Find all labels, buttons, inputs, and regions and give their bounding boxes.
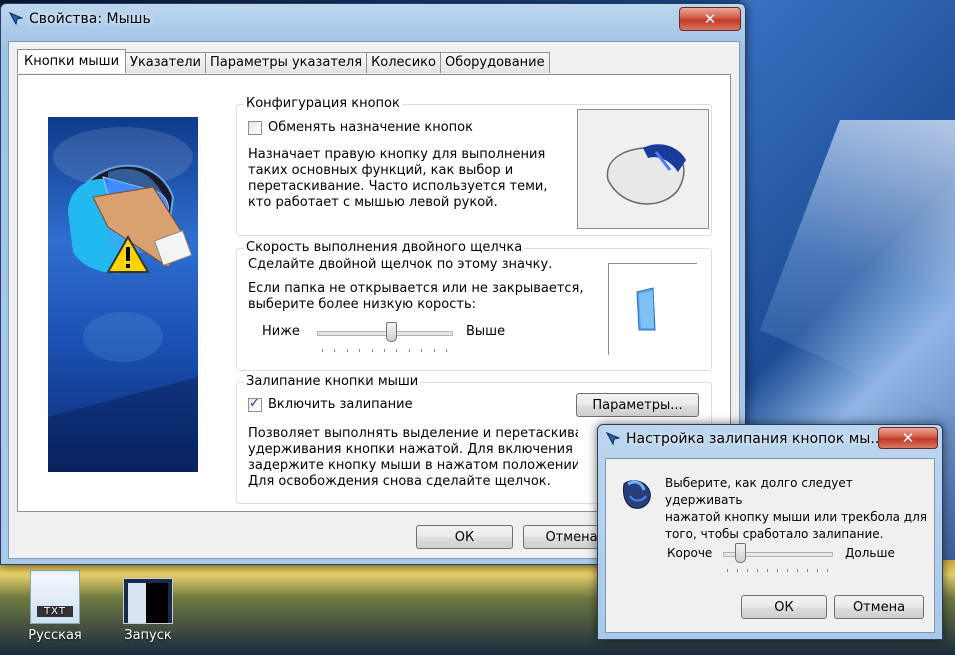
window-title: Свойства: Мышь [29,11,151,27]
double-click-hint: Если папка не открывается или не закрыва… [248,281,584,312]
checkbox-box[interactable] [248,396,262,412]
mouse-illustration [48,117,198,472]
double-click-speed-group: Скорость выполнения двойного щелчка Сдел… [236,240,712,371]
slow-label: Ниже [262,324,300,339]
dialog-cancel-button[interactable]: Отмена [834,595,924,619]
slider-tick [787,569,788,572]
enable-clicklock-checkbox[interactable]: Включить залипание [248,396,413,412]
close-icon: ✕ [703,10,717,28]
dialog-ok-button[interactable]: ОК [741,595,827,619]
tab-pointer-options[interactable]: Параметры указателя [204,52,368,73]
clicklock-settings-button[interactable]: Параметры... [576,393,699,417]
tab-hardware[interactable]: Оборудование [439,52,550,73]
fast-label: Выше [466,324,506,339]
long-label: Дольше [845,546,895,560]
slider-ticks [322,349,447,353]
clicklock-description: Позволяет выполнять выделение и перетаск… [248,426,578,489]
text-file-icon: TXT [30,570,80,624]
folder-icon [636,287,656,331]
desktop-icon-russkaya[interactable]: TXT Русская [20,570,90,643]
slider-tick [371,349,373,352]
slider-tick [747,569,748,572]
close-icon: ✕ [901,429,915,447]
slider-tick [446,349,447,352]
slider-tick [384,349,385,352]
slider-tick [408,349,410,352]
screenshot-icon [123,578,173,624]
swap-description: Назначает правую кнопку для выполнения т… [248,147,548,210]
slider-tick [727,569,728,572]
dialog-client: Выберите, как долго следует удерживать н… [605,458,935,633]
double-click-slider-thumb[interactable] [385,322,397,342]
mouse-preview [577,109,709,229]
mouse-preview-icon [606,144,686,205]
title-bar: Свойства: Мышь [9,8,151,30]
slider-tick [797,569,798,572]
close-button[interactable]: ✕ [679,7,741,31]
checkbox-label: Обменять назначение кнопок [268,120,473,135]
desktop-icon-label: Русская [28,628,82,643]
slider-tick [817,569,818,572]
swap-buttons-checkbox[interactable]: Обменять назначение кнопок [248,120,473,135]
slider-tick [359,349,361,352]
tab-strip: Кнопки мыши Указатели Параметры указател… [17,49,550,74]
tab-pointers[interactable]: Указатели [125,52,206,73]
tab-wheel[interactable]: Колесико [366,52,441,73]
mouse-app-icon [606,432,620,446]
test-area[interactable] [608,263,697,355]
slider-tick [346,349,348,352]
slider-tick [807,569,808,572]
group-title: Конфигурация кнопок [244,96,402,111]
clicklock-time-slider-thumb[interactable] [734,543,746,563]
slider-tick [396,349,398,352]
slider-tick [827,569,828,572]
dialog-close-button[interactable]: ✕ [878,427,938,449]
clicklock-settings-dialog: Настройка залипания кнопок мы... ✕ Выбер… [597,424,943,640]
slider-tick [737,569,738,572]
dialog-title: Настройка залипания кнопок мы... [626,431,884,447]
desktop-icon-zapusk[interactable]: Запуск [113,578,183,643]
group-title: Залипание кнопки мыши [244,374,421,389]
slider-ticks [727,569,828,573]
slider-tick [322,349,323,352]
mouse-icon [623,480,651,509]
slider-tick [334,349,336,352]
slider-tick [433,349,435,352]
short-label: Короче [667,546,713,560]
tab-buttons[interactable]: Кнопки мыши [17,49,127,73]
slider-tick [421,349,423,352]
slider-tick [767,569,768,572]
ok-button[interactable]: ОК [416,525,513,549]
double-click-instruction: Сделайте двойной щелчок по этому значку. [248,257,553,272]
desktop-icon-label: Запуск [124,628,172,643]
button-configuration-group: Конфигурация кнопок Обменять назначение … [236,96,712,236]
group-title: Скорость выполнения двойного щелчка [244,240,525,255]
checkbox-box[interactable] [248,120,262,135]
dialog-title-bar: Настройка залипания кнопок мы... [606,428,884,450]
slider-tick [777,569,778,572]
dialog-description: Выберите, как долго следует удерживать н… [665,476,927,541]
mouse-app-icon [9,12,23,26]
slider-tick [757,569,758,572]
checkbox-label: Включить залипание [268,397,413,412]
